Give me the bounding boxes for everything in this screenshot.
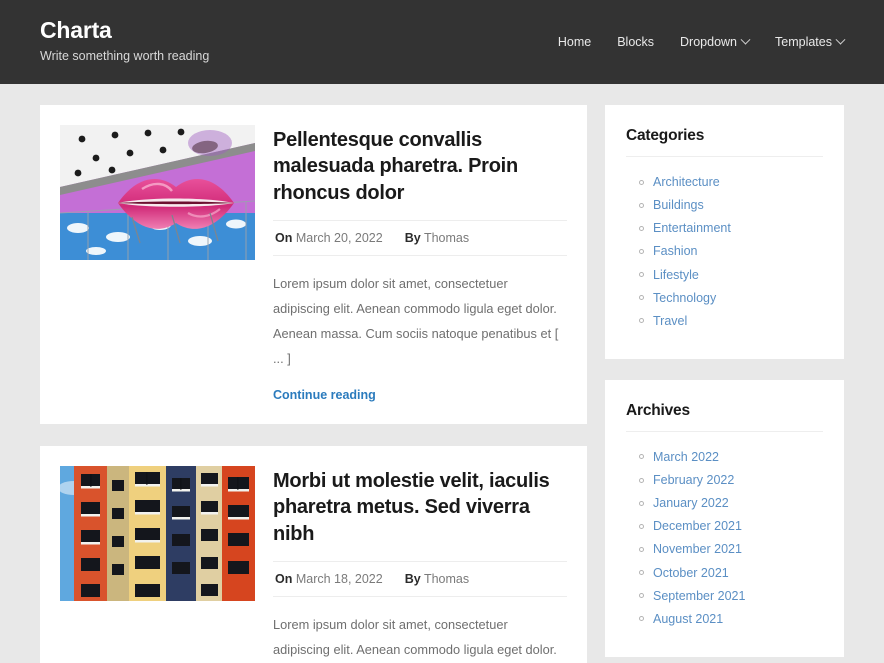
- circle-bullet-icon: [639, 295, 644, 301]
- list-item[interactable]: Technology: [626, 289, 823, 307]
- by-label: By: [404, 572, 421, 587]
- buildings-image: [60, 465, 255, 601]
- author-value[interactable]: Thomas: [424, 231, 469, 245]
- category-link[interactable]: Buildings: [653, 196, 704, 214]
- archive-link[interactable]: February 2022: [653, 471, 734, 489]
- post-thumbnail-buildings[interactable]: [60, 465, 255, 601]
- post-body: Morbi ut molestie velit, iaculis pharetr…: [273, 466, 567, 663]
- post-meta: On March 20, 2022 By Thomas: [273, 220, 567, 257]
- circle-bullet-icon: [639, 616, 644, 622]
- post-date: On March 18, 2022: [275, 572, 383, 586]
- circle-bullet-icon: [639, 202, 644, 208]
- widget-categories: Categories Architecture Buildings Entert…: [605, 105, 844, 359]
- street-art-image: [60, 125, 255, 260]
- category-link[interactable]: Fashion: [653, 242, 697, 260]
- archive-link[interactable]: August 2021: [653, 610, 723, 628]
- chevron-down-icon: [740, 34, 751, 45]
- list-item[interactable]: October 2021: [626, 564, 823, 582]
- post-card[interactable]: Morbi ut molestie velit, iaculis pharetr…: [40, 445, 587, 663]
- circle-bullet-icon: [639, 318, 644, 324]
- widget-title: Categories: [626, 127, 823, 157]
- circle-bullet-icon: [639, 477, 644, 483]
- nav-label: Templates: [775, 35, 832, 49]
- list-item[interactable]: September 2021: [626, 587, 823, 605]
- archive-link[interactable]: January 2022: [653, 494, 729, 512]
- category-link[interactable]: Travel: [653, 312, 687, 330]
- post-excerpt: Lorem ipsum dolor sit amet, consectetuer…: [273, 276, 559, 367]
- page-layout: Pellentesque convallis malesuada pharetr…: [0, 84, 884, 663]
- continue-reading-link[interactable]: Continue reading: [273, 388, 376, 402]
- chevron-down-icon: [835, 34, 846, 45]
- archive-link[interactable]: December 2021: [653, 517, 742, 535]
- circle-bullet-icon: [639, 225, 644, 231]
- nav-item-blocks[interactable]: Blocks: [617, 35, 654, 49]
- nav-item-templates[interactable]: Templates: [775, 34, 846, 49]
- widget-title: Archives: [626, 402, 823, 432]
- on-label: On: [275, 231, 293, 246]
- circle-bullet-icon: [639, 593, 644, 599]
- post-title[interactable]: Pellentesque convallis malesuada pharetr…: [273, 127, 567, 206]
- nav-label: Dropdown: [680, 35, 738, 49]
- circle-bullet-icon: [639, 248, 644, 254]
- archives-list: March 2022 February 2022 January 2022 De…: [626, 448, 823, 628]
- list-item[interactable]: January 2022: [626, 494, 823, 512]
- category-link[interactable]: Technology: [653, 289, 716, 307]
- archive-link[interactable]: November 2021: [653, 540, 742, 558]
- circle-bullet-icon: [639, 570, 644, 576]
- post-thumbnail-street-art[interactable]: [60, 125, 255, 260]
- archive-link[interactable]: March 2022: [653, 448, 719, 466]
- circle-bullet-icon: [639, 523, 644, 529]
- categories-list: Architecture Buildings Entertainment Fas…: [626, 173, 823, 330]
- on-label: On: [275, 572, 293, 587]
- nav-label: Home: [557, 35, 592, 49]
- list-item[interactable]: Entertainment: [626, 219, 823, 237]
- site-tagline: Write something worth reading: [40, 49, 210, 64]
- list-item[interactable]: August 2021: [626, 610, 823, 628]
- archive-link[interactable]: September 2021: [653, 587, 745, 605]
- site-header: Charta Write something worth reading Hom…: [0, 0, 884, 84]
- post-card[interactable]: Pellentesque convallis malesuada pharetr…: [40, 105, 587, 424]
- widget-archives: Archives March 2022 February 2022 Januar…: [605, 379, 844, 657]
- nav-item-home[interactable]: Home: [558, 35, 591, 49]
- by-label: By: [404, 231, 421, 246]
- site-branding: Charta Write something worth reading: [40, 17, 210, 64]
- list-item[interactable]: Buildings: [626, 196, 823, 214]
- post-date: On March 20, 2022: [275, 231, 383, 245]
- site-title[interactable]: Charta: [40, 17, 209, 43]
- circle-bullet-icon: [639, 546, 644, 552]
- category-link[interactable]: Entertainment: [653, 219, 731, 237]
- list-item[interactable]: November 2021: [626, 540, 823, 558]
- circle-bullet-icon: [639, 454, 644, 460]
- post-excerpt: Lorem ipsum dolor sit amet, consectetuer…: [273, 617, 557, 658]
- list-item[interactable]: Architecture: [626, 173, 823, 191]
- list-item[interactable]: March 2022: [626, 448, 823, 466]
- sidebar: Categories Architecture Buildings Entert…: [605, 105, 844, 663]
- archive-link[interactable]: October 2021: [653, 564, 729, 582]
- nav-item-dropdown[interactable]: Dropdown: [680, 34, 751, 49]
- post-author: By Thomas: [405, 231, 469, 245]
- author-value[interactable]: Thomas: [424, 572, 469, 586]
- list-item[interactable]: Fashion: [626, 242, 823, 260]
- list-item[interactable]: December 2021: [626, 517, 823, 535]
- post-list: Pellentesque convallis malesuada pharetr…: [40, 105, 587, 663]
- primary-navigation: Home Blocks Dropdown Templates: [558, 34, 846, 49]
- date-value: March 20, 2022: [295, 231, 383, 246]
- list-item[interactable]: February 2022: [626, 471, 823, 489]
- post-title[interactable]: Morbi ut molestie velit, iaculis pharetr…: [273, 468, 567, 547]
- category-link[interactable]: Architecture: [653, 173, 720, 191]
- circle-bullet-icon: [639, 500, 644, 506]
- circle-bullet-icon: [639, 179, 644, 185]
- post-author: By Thomas: [405, 572, 469, 586]
- date-value: March 18, 2022: [295, 572, 383, 587]
- post-meta: On March 18, 2022 By Thomas: [273, 561, 567, 598]
- nav-label: Blocks: [617, 35, 655, 49]
- category-link[interactable]: Lifestyle: [653, 266, 699, 284]
- circle-bullet-icon: [639, 272, 644, 278]
- list-item[interactable]: Lifestyle: [626, 266, 823, 284]
- post-body: Pellentesque convallis malesuada pharetr…: [273, 125, 567, 404]
- list-item[interactable]: Travel: [626, 312, 823, 330]
